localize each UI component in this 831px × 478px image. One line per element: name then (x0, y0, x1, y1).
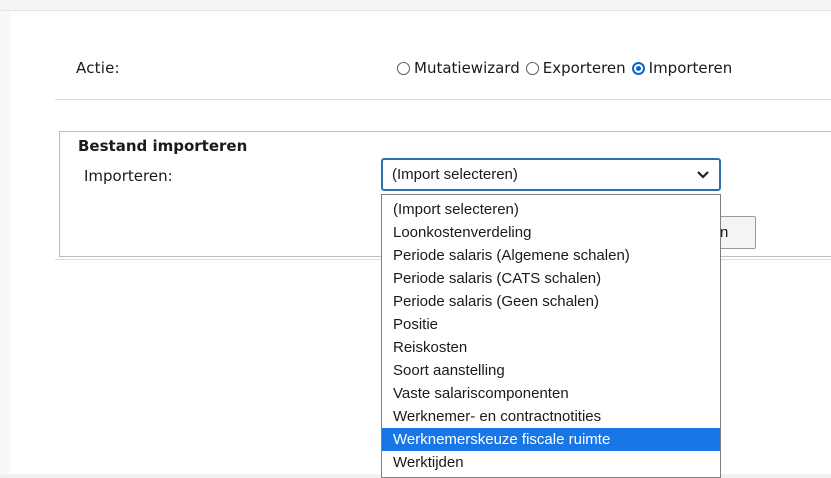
dropdown-option[interactable]: (Import selecteren) (382, 198, 720, 221)
importeren-label: Importeren: (84, 167, 173, 185)
partially-hidden-button-label: n (720, 224, 729, 241)
dropdown-option[interactable]: Periode salaris (Geen schalen) (382, 290, 720, 313)
actie-label: Actie: (76, 59, 120, 77)
actie-row: Actie: Mutatiewizard Exporteren Importer… (55, 37, 831, 100)
actie-radio-group: Mutatiewizard Exporteren Importeren (397, 59, 738, 77)
dropdown-option[interactable]: Periode salaris (Algemene schalen) (382, 244, 720, 267)
radio-mutatiewizard[interactable]: Mutatiewizard (397, 59, 520, 77)
radio-label-importeren: Importeren (648, 59, 733, 77)
dropdown-option[interactable]: Periode salaris (CATS schalen) (382, 267, 720, 290)
dropdown-option-highlighted[interactable]: Werknemerskeuze fiscale ruimte (382, 428, 720, 451)
dropdown-option[interactable]: Positie (382, 313, 720, 336)
radio-checked-icon[interactable] (631, 61, 645, 75)
radio-exporteren[interactable]: Exporteren (525, 59, 626, 77)
radio-label-mutatiewizard: Mutatiewizard (414, 59, 520, 77)
import-select-value: (Import selecteren) (392, 166, 518, 183)
dropdown-option[interactable]: Reiskosten (382, 336, 720, 359)
dropdown-option[interactable]: Werknemer- en contractnotities (382, 405, 720, 428)
left-strip (0, 11, 10, 474)
import-select[interactable]: (Import selecteren) (381, 158, 721, 191)
dropdown-option[interactable]: Werktijden (382, 451, 720, 474)
dropdown-option[interactable]: Soort aanstelling (382, 359, 720, 382)
radio-unchecked-icon[interactable] (397, 61, 410, 75)
radio-importeren[interactable]: Importeren (631, 59, 733, 77)
chevron-down-icon (697, 171, 709, 179)
top-bar (0, 0, 831, 11)
import-dropdown-list: (Import selecteren) Loonkostenverdeling … (381, 194, 721, 478)
dropdown-option[interactable]: Loonkostenverdeling (382, 221, 720, 244)
fieldset-legend: Bestand importeren (74, 137, 252, 155)
dropdown-option[interactable]: Vaste salariscomponenten (382, 382, 720, 405)
main-panel: Actie: Mutatiewizard Exporteren Importer… (10, 11, 831, 478)
radio-label-exporteren: Exporteren (542, 59, 626, 77)
radio-unchecked-icon[interactable] (525, 61, 539, 75)
